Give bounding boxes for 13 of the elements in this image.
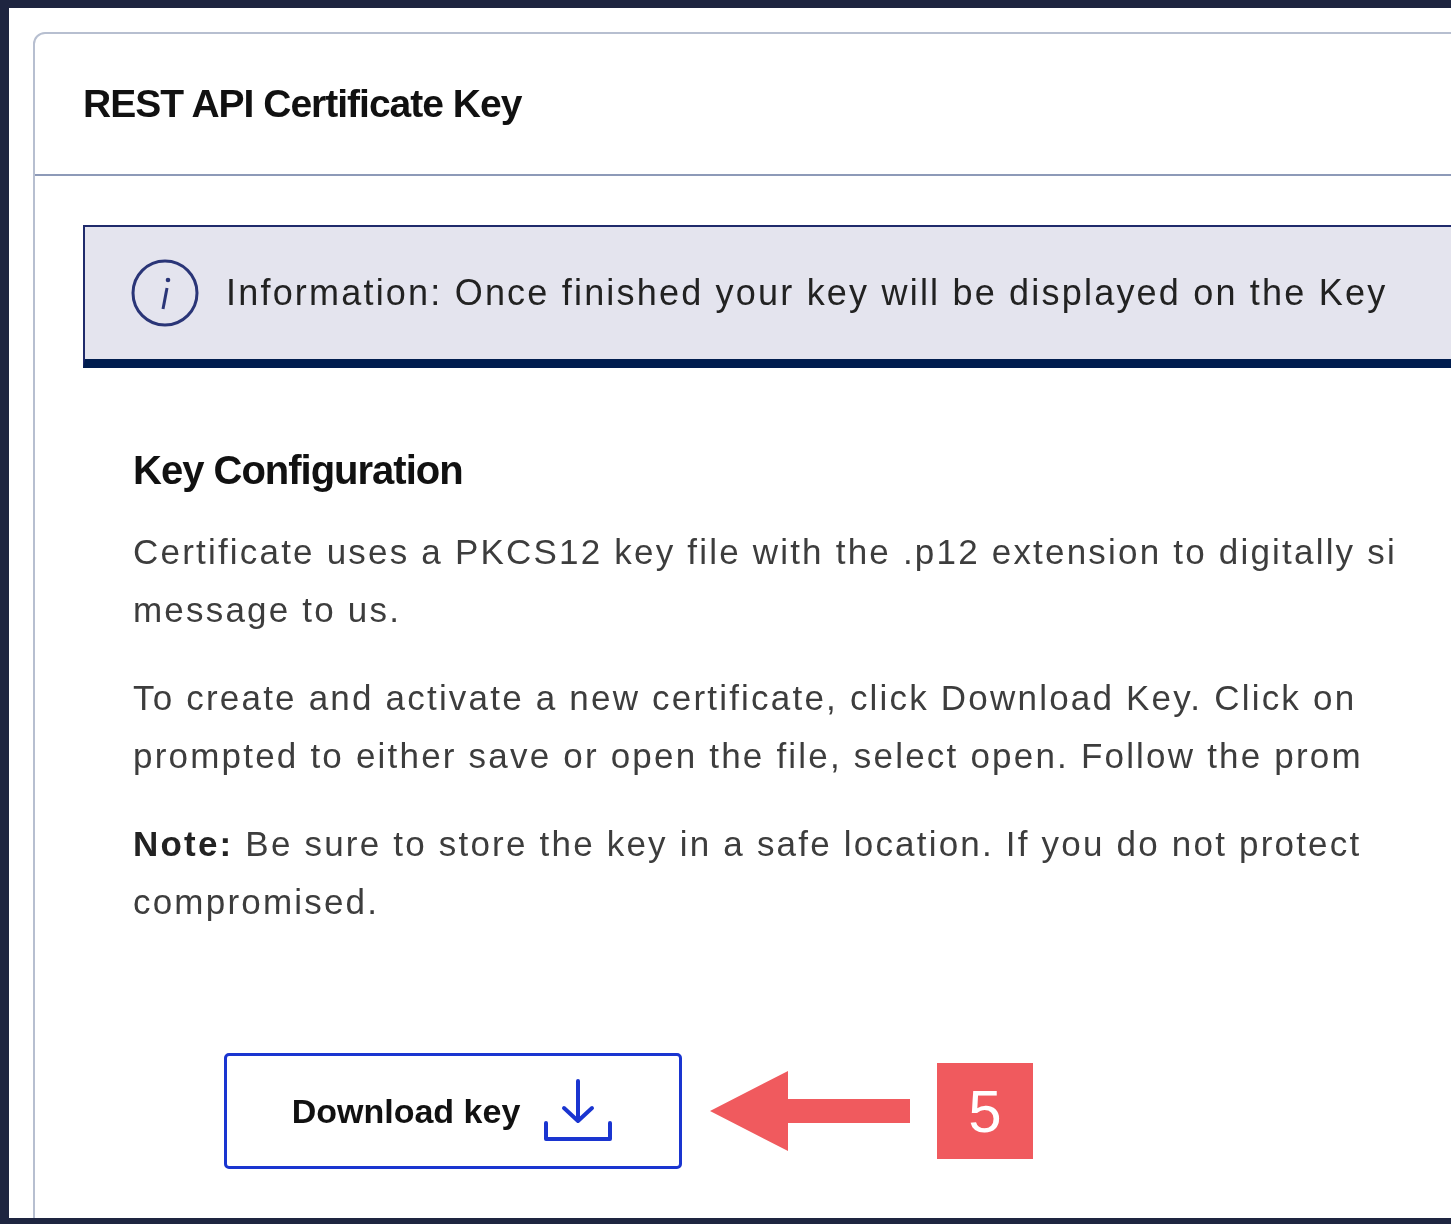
paragraph-line: compromised. (133, 881, 380, 923)
paragraph-line: Note: Be sure to store the key in a safe location. If you do not protect (133, 823, 1362, 865)
section-heading: Key Configuration (133, 448, 464, 493)
paragraph-line: message to us. (133, 589, 402, 631)
paragraph-line: Certificate uses a PKCS12 key file with the .p12 extension to digitally si (133, 531, 1397, 573)
card-title: REST API Certificate Key (83, 82, 522, 126)
info-text: Information: Once finished your key will be displayed on the Key (226, 272, 1388, 314)
download-button[interactable]: Download key (224, 1053, 682, 1169)
info-icon (130, 258, 200, 328)
paragraph-line: prompted to either save or open the file, select open. Follow the prom (133, 735, 1363, 777)
paragraph-line: To create and activate a new certificate, click Download Key. Click on (133, 677, 1357, 719)
arrow-icon (710, 1071, 910, 1151)
step-number: 5 (937, 1063, 1033, 1159)
